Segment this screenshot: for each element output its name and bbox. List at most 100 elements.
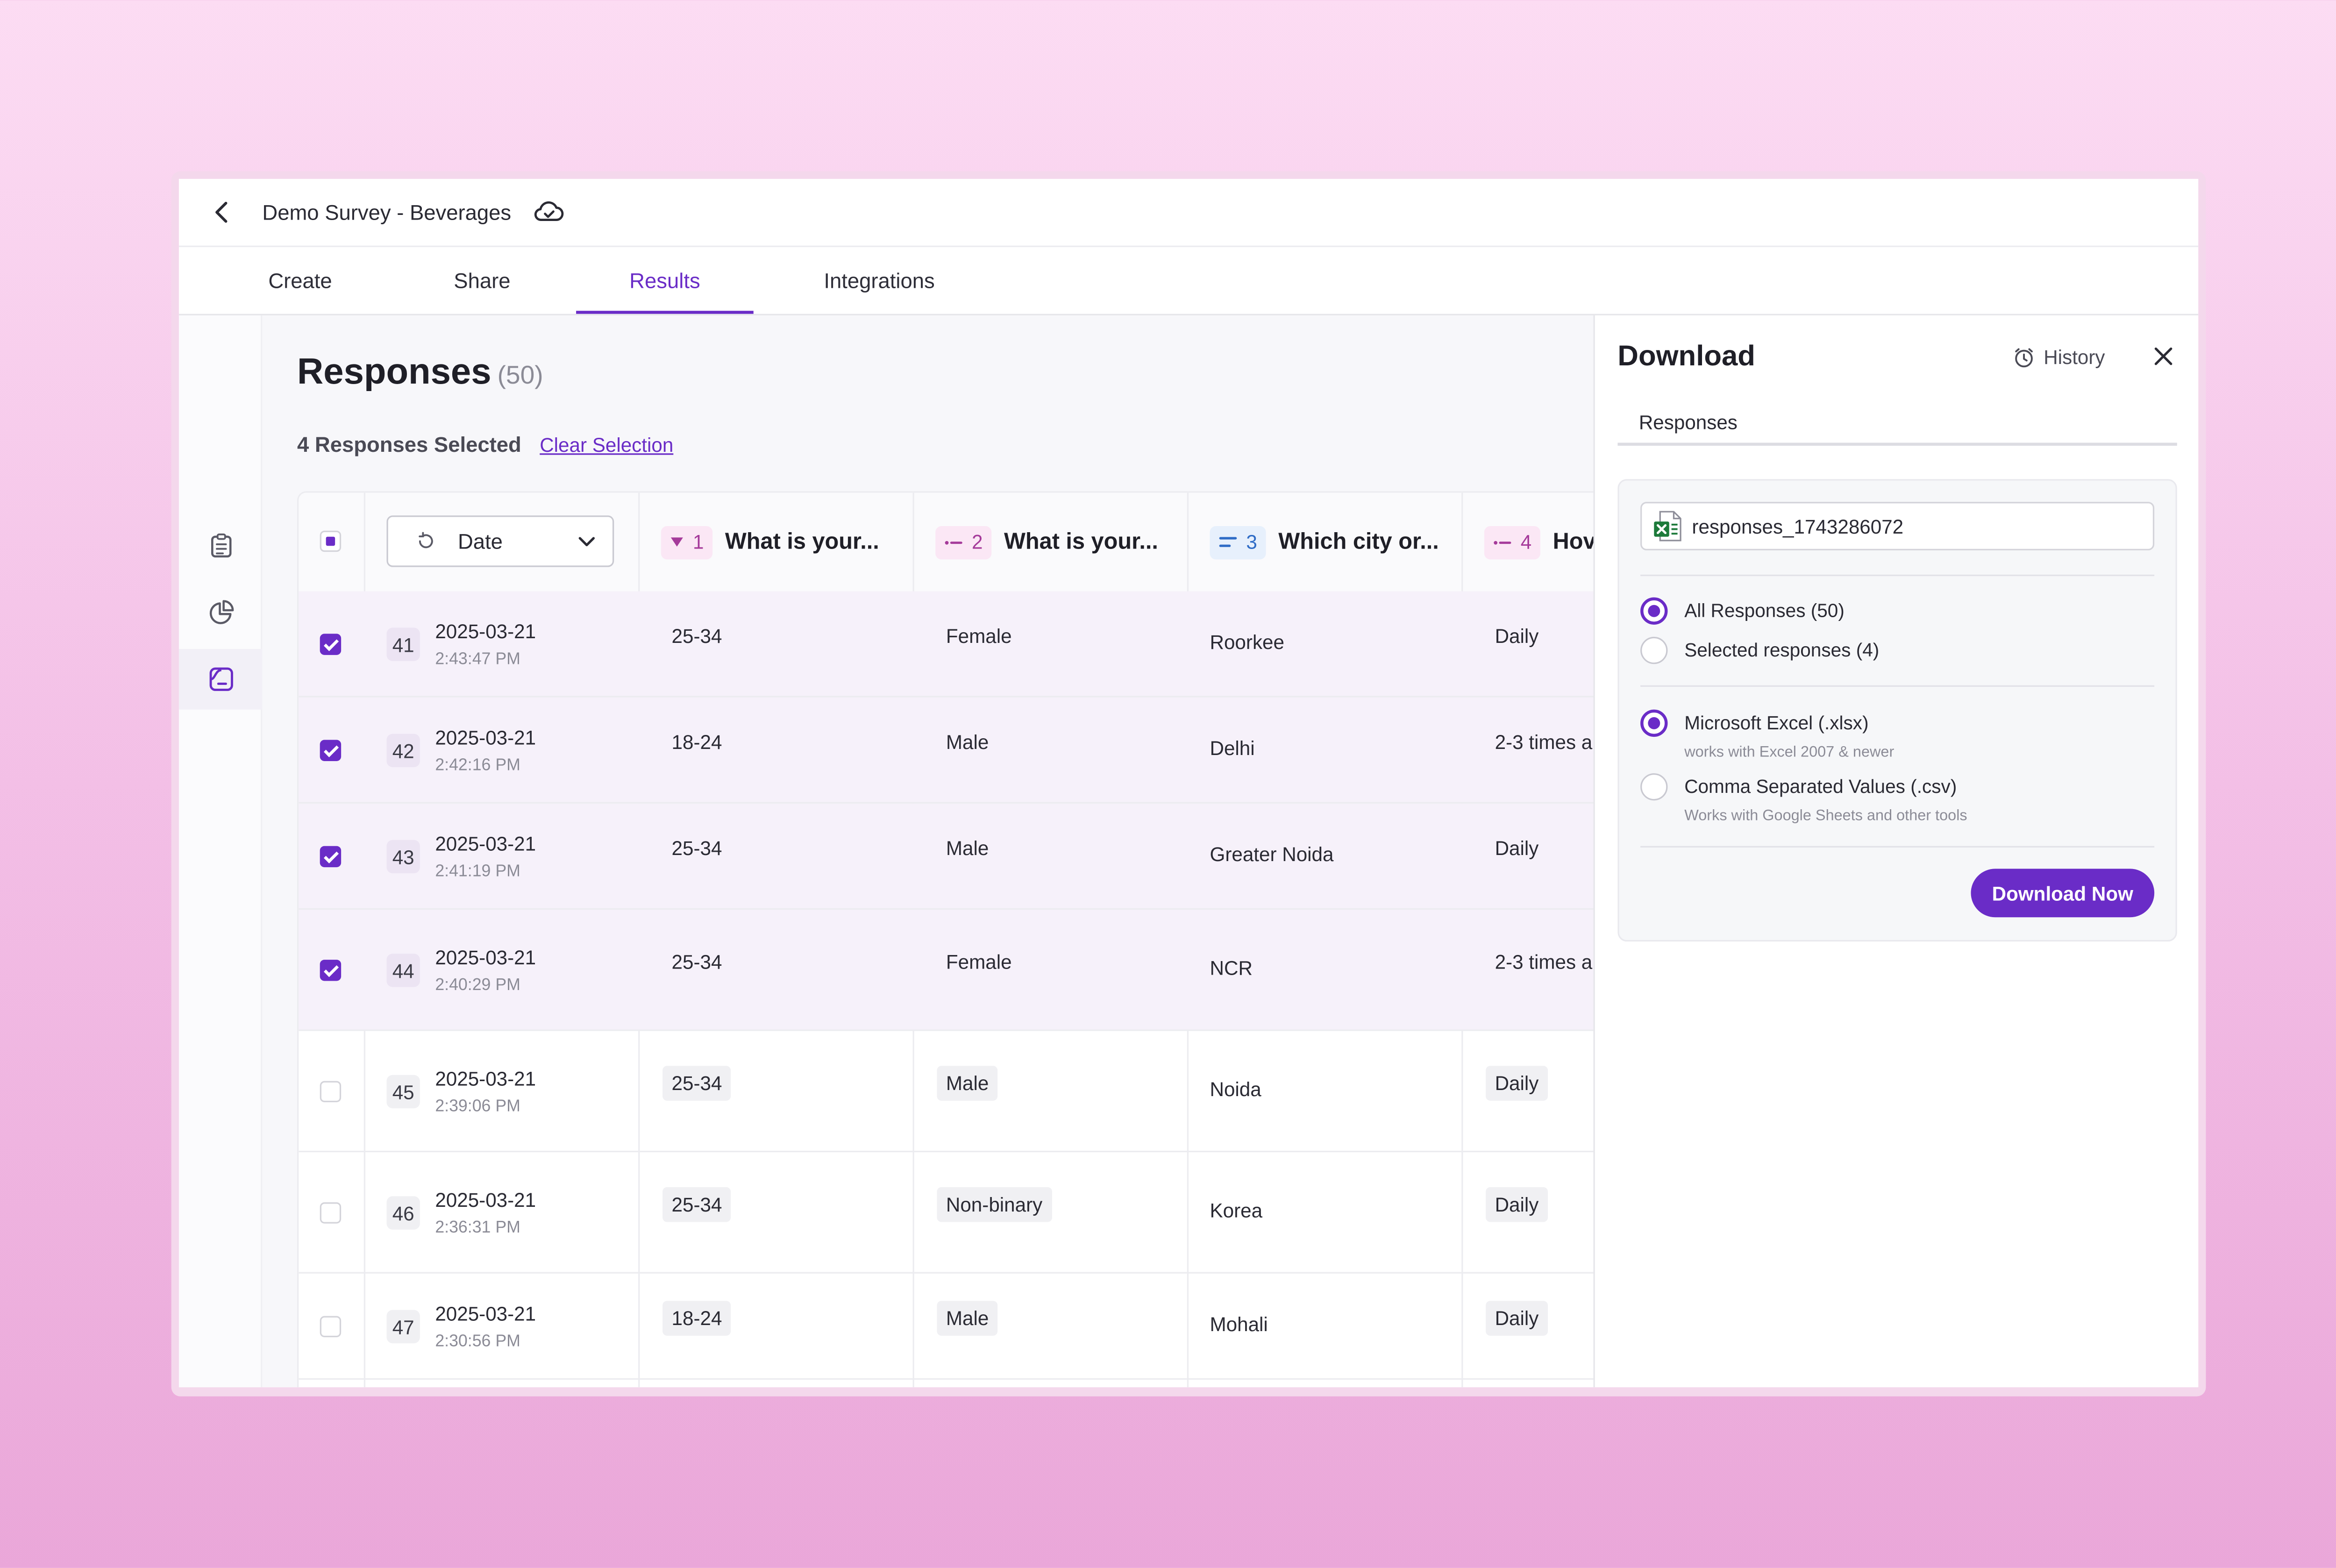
format-xlsx-radio[interactable]: [1640, 709, 1668, 737]
answer-chip: Male: [937, 1301, 998, 1336]
row-time: 2:36:31 PM: [435, 1219, 520, 1237]
divider: [1640, 685, 2155, 687]
tab-results[interactable]: Results: [576, 247, 754, 314]
answer-cell: 25-34: [662, 951, 731, 974]
format-xlsx-label: Microsoft Excel (.xlsx): [1684, 713, 1869, 734]
answer-chip: Female: [946, 950, 1012, 974]
row-checkbox[interactable]: [320, 1202, 342, 1224]
format-xlsx-hint: works with Excel 2007 & newer: [1684, 744, 1894, 761]
row-date: 2025-03-21: [435, 832, 536, 855]
answer-cell: Non-binary: [937, 1187, 1052, 1222]
column-header-q2[interactable]: 2 What is your...: [935, 493, 1158, 592]
question-number: 1: [692, 530, 704, 554]
table-row[interactable]: 41 2025-03-21 2:43:47 PM 25-34 Female Ro…: [299, 591, 1594, 698]
answer-chip: Male: [946, 731, 989, 754]
answer-cell: Delhi: [1210, 737, 1255, 760]
app-window: Demo Survey - Beverages Create Share Res…: [171, 171, 2206, 1397]
table-row[interactable]: 47 2025-03-21 2:30:56 PM 18-24 Male Moha…: [299, 1274, 1594, 1380]
question-text: Hov: [1553, 529, 1594, 555]
history-button[interactable]: History: [2013, 346, 2105, 369]
history-label: History: [2044, 345, 2105, 369]
row-checkbox[interactable]: [320, 846, 342, 868]
answer-chip: Daily: [1495, 837, 1539, 860]
row-time: 2:41:19 PM: [435, 862, 520, 881]
chevron-down-icon: [578, 537, 595, 547]
rail-item-analytics[interactable]: [179, 582, 262, 643]
table-row[interactable]: 46 2025-03-21 2:36:31 PM 25-34 Non-binar…: [299, 1152, 1594, 1274]
table-row[interactable]: 45 2025-03-21 2:39:06 PM 25-34 Male Noid…: [299, 1031, 1594, 1153]
question-number: 3: [1246, 530, 1257, 554]
table-row[interactable]: 42 2025-03-21 2:42:16 PM 18-24 Male Delh…: [299, 697, 1594, 804]
question-tag-q4: 4: [1484, 525, 1541, 559]
text-question-icon: [945, 540, 962, 544]
question-text: What is your...: [1004, 529, 1158, 555]
answer-cell: Daily: [1486, 1066, 1548, 1101]
answer-chip: 18-24: [662, 1301, 731, 1336]
page-title: Responses (50): [297, 352, 543, 394]
column-header-q1[interactable]: 1 What is your...: [661, 493, 879, 592]
row-checkbox[interactable]: [320, 960, 342, 981]
answer-cell: Roorkee: [1210, 630, 1284, 654]
survey-title: Demo Survey - Beverages: [262, 200, 512, 225]
excel-file-icon: [1654, 511, 1681, 542]
answer-cell: Daily: [1486, 837, 1548, 860]
answer-chip: Daily: [1486, 1066, 1548, 1101]
question-tag-q1: 1: [661, 525, 713, 559]
divider: [1617, 442, 2177, 446]
row-checkbox[interactable]: [320, 740, 342, 761]
divider: [1640, 574, 2155, 577]
rail-item-questions[interactable]: [179, 515, 262, 576]
answer-chip: 25-34: [662, 1066, 731, 1101]
format-csv-radio[interactable]: [1640, 773, 1668, 801]
refresh-icon: [419, 532, 433, 549]
clear-selection-link[interactable]: Clear Selection: [540, 434, 673, 456]
top-bar: Demo Survey - Beverages: [178, 179, 2199, 247]
tab-share[interactable]: Share: [421, 247, 543, 314]
side-rail: [178, 315, 263, 1388]
rail-item-responses[interactable]: [178, 649, 263, 710]
row-time: 2:30:56 PM: [435, 1333, 520, 1351]
answer-cell: Greater Noida: [1210, 843, 1334, 866]
select-all-checkbox[interactable]: [320, 530, 342, 552]
answer-chip: Daily: [1486, 1301, 1548, 1336]
answer-cell: Daily: [1486, 1301, 1548, 1336]
tab-create[interactable]: Create: [240, 247, 361, 314]
scope-all-radio[interactable]: [1640, 597, 1668, 625]
cloud-check-icon[interactable]: [532, 197, 565, 228]
answer-cell: Male: [937, 1301, 998, 1336]
download-title: Download: [1617, 341, 1755, 373]
format-csv-label: Comma Separated Values (.csv): [1684, 776, 1957, 798]
answer-cell: Male: [937, 731, 997, 754]
format-csv-hint: Works with Google Sheets and other tools: [1684, 808, 1967, 825]
responses-icon: [208, 667, 233, 691]
responses-title: Responses: [297, 351, 491, 393]
answer-chip: Female: [946, 624, 1012, 648]
tab-integrations[interactable]: Integrations: [804, 247, 955, 314]
date-sort-select[interactable]: Date: [386, 515, 614, 567]
row-number: 44: [386, 954, 420, 987]
column-header-q4[interactable]: 4 Hov: [1484, 493, 1594, 592]
answer-cell: 25-34: [662, 1066, 731, 1101]
answer-cell: 18-24: [662, 731, 731, 754]
scope-selected-radio[interactable]: [1640, 636, 1668, 664]
answer-chip: 2-3 times a: [1495, 731, 1593, 754]
column-header-q3[interactable]: 3 Which city or...: [1210, 493, 1439, 592]
row-checkbox[interactable]: [320, 1316, 342, 1338]
table-row[interactable]: 44 2025-03-21 2:40:29 PM 25-34 Female NC…: [299, 909, 1594, 1031]
row-number: 42: [386, 734, 420, 767]
chevron-left-icon[interactable]: [209, 199, 236, 226]
answer-chip: Daily: [1486, 1187, 1548, 1222]
answer-chip: 25-34: [662, 1187, 731, 1222]
answer-chip: 25-34: [671, 624, 722, 648]
filename-field[interactable]: responses_1743286072: [1640, 502, 2155, 550]
filename-value: responses_1743286072: [1692, 514, 1904, 538]
row-checkbox[interactable]: [320, 634, 342, 655]
answer-cell: Male: [937, 837, 997, 860]
responses-table: Date 1 What is your... 2 What is your...…: [297, 491, 1594, 1388]
download-now-button[interactable]: Download Now: [1971, 869, 2155, 918]
text-question-icon: [1219, 537, 1237, 547]
answer-cell: Mohali: [1210, 1313, 1268, 1336]
row-checkbox[interactable]: [320, 1081, 342, 1103]
table-row[interactable]: 43 2025-03-21 2:41:19 PM 25-34 Male Grea…: [299, 803, 1594, 910]
close-icon[interactable]: [2150, 342, 2177, 370]
